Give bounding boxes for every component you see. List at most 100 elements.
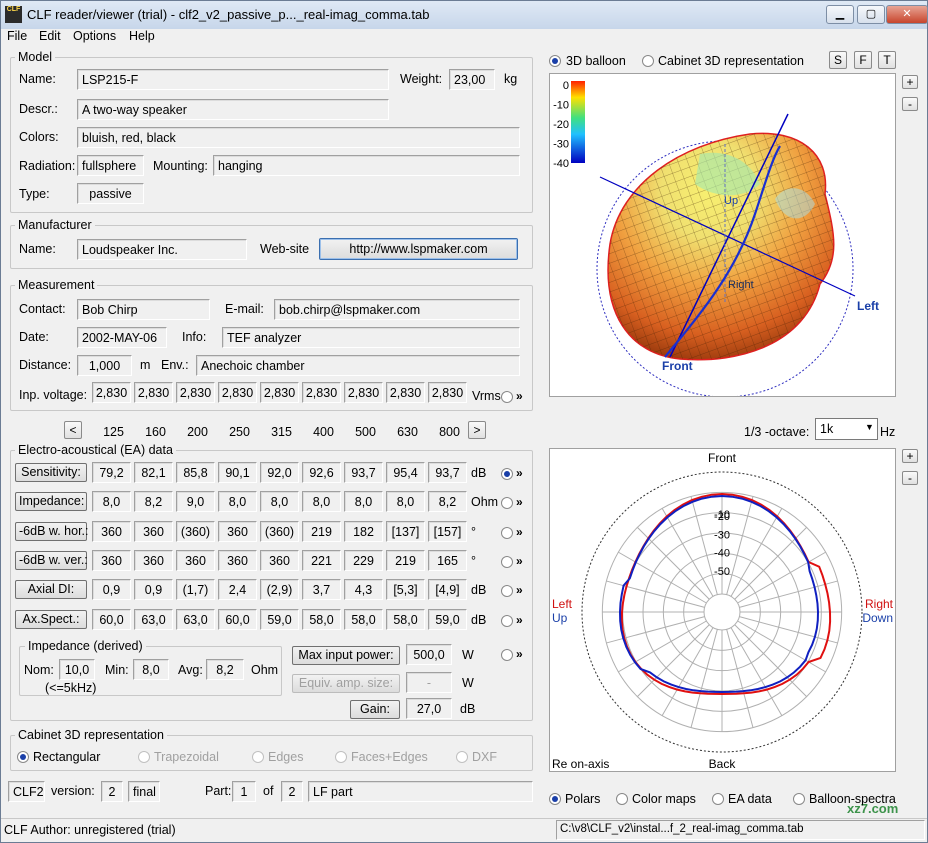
ea-value-field[interactable]: 92,0 — [260, 462, 299, 483]
menu-options[interactable]: Options — [73, 29, 116, 43]
manufacturer-name-field[interactable]: Loudspeaker Inc. — [77, 239, 247, 260]
bottom-tab-label[interactable]: Polars — [565, 792, 600, 806]
ea-value-field[interactable]: [4,9] — [428, 579, 467, 600]
close-button[interactable]: ✕ — [886, 5, 928, 24]
ea-row-radio[interactable] — [501, 527, 513, 539]
menu-edit[interactable]: Edit — [39, 29, 61, 43]
front-view-button[interactable]: F — [854, 51, 872, 69]
ea-value-field[interactable]: 219 — [302, 521, 341, 542]
ea-value-field[interactable]: 82,1 — [134, 462, 173, 483]
ea-value-field[interactable]: (1,7) — [176, 579, 215, 600]
ea-row-button[interactable]: Sensitivity: — [15, 463, 87, 482]
ea-value-field[interactable]: 85,8 — [176, 462, 215, 483]
ea-value-field[interactable]: 92,6 — [302, 462, 341, 483]
bottom-tab-radio[interactable] — [616, 793, 628, 805]
max-power-radio[interactable] — [501, 649, 513, 661]
ea-row-radio[interactable] — [501, 585, 513, 597]
min-field[interactable]: 8,0 — [133, 659, 169, 680]
cabinet-view-radio[interactable] — [642, 55, 654, 67]
gain-field[interactable]: 27,0 — [406, 698, 452, 719]
bottom-tab-radio[interactable] — [793, 793, 805, 805]
ea-value-field[interactable]: 58,0 — [344, 609, 383, 630]
freq-prev-button[interactable]: < — [64, 421, 82, 439]
ea-row-button[interactable]: -6dB w. hor.: — [15, 522, 88, 541]
ea-value-field[interactable]: 229 — [344, 550, 383, 571]
balloon-radio[interactable] — [549, 55, 561, 67]
radiation-field[interactable]: fullsphere — [77, 155, 144, 176]
menu-help[interactable]: Help — [129, 29, 155, 43]
octave-select[interactable]: 1k ▼ — [815, 418, 878, 440]
colors-field[interactable]: bluish, red, black — [77, 127, 520, 148]
top-view-button[interactable]: T — [878, 51, 896, 69]
max-input-power-button[interactable]: Max input power: — [292, 646, 400, 665]
env-field[interactable]: Anechoic chamber — [196, 355, 520, 376]
ea-value-field[interactable]: 360 — [218, 521, 257, 542]
minimize-button[interactable]: ▁ — [826, 5, 854, 24]
ea-value-field[interactable]: 9,0 — [176, 491, 215, 512]
ea-expand-icon[interactable]: » — [516, 554, 523, 568]
polar-panel[interactable]: -10 -20 -30 -40 -50 Front Back Left Up Right… — [549, 448, 896, 772]
info-field[interactable]: TEF analyzer — [222, 327, 520, 348]
type-field[interactable]: passive — [77, 183, 144, 204]
ea-expand-icon[interactable]: » — [516, 613, 523, 627]
balloon-label[interactable]: 3D balloon — [566, 54, 626, 68]
menu-file[interactable]: File — [7, 29, 27, 43]
ea-value-field[interactable]: 3,7 — [302, 579, 341, 600]
polar-zoom-in-button[interactable]: + — [902, 449, 918, 463]
ea-row-button[interactable]: -6dB w. ver.: — [15, 551, 88, 570]
ea-value-field[interactable]: 60,0 — [92, 609, 131, 630]
ea-value-field[interactable]: 219 — [386, 550, 425, 571]
voltage-field[interactable]: 2,830 — [218, 382, 257, 403]
ea-value-field[interactable]: 360 — [92, 521, 131, 542]
voltage-radio[interactable] — [501, 391, 513, 403]
ea-value-field[interactable]: (360) — [260, 521, 299, 542]
polar-zoom-out-button[interactable]: - — [902, 471, 918, 485]
max-power-expand-icon[interactable]: » — [516, 647, 523, 661]
ea-value-field[interactable]: 59,0 — [428, 609, 467, 630]
ea-row-radio[interactable] — [501, 556, 513, 568]
ea-expand-icon[interactable]: » — [516, 495, 523, 509]
ea-value-field[interactable]: 8,0 — [92, 491, 131, 512]
ea-value-field[interactable]: 93,7 — [344, 462, 383, 483]
ea-value-field[interactable]: 8,2 — [134, 491, 173, 512]
ea-value-field[interactable]: 360 — [134, 550, 173, 571]
bottom-tab-label[interactable]: Color maps — [632, 792, 696, 806]
model-name-field[interactable]: LSP215-F — [77, 69, 389, 90]
ea-value-field[interactable]: 79,2 — [92, 462, 131, 483]
ea-value-field[interactable]: 360 — [134, 521, 173, 542]
side-view-button[interactable]: S — [829, 51, 847, 69]
mounting-field[interactable]: hanging — [213, 155, 520, 176]
ea-value-field[interactable]: 360 — [176, 550, 215, 571]
ea-row-button[interactable]: Impedance: — [15, 492, 87, 511]
ea-value-field[interactable]: 8,0 — [218, 491, 257, 512]
ea-value-field[interactable]: [5,3] — [386, 579, 425, 600]
ea-value-field[interactable]: 58,0 — [386, 609, 425, 630]
ea-value-field[interactable]: 90,1 — [218, 462, 257, 483]
ea-value-field[interactable]: [137] — [386, 521, 425, 542]
ea-row-radio[interactable] — [501, 615, 513, 627]
ea-value-field[interactable]: (2,9) — [260, 579, 299, 600]
ea-value-field[interactable]: 95,4 — [386, 462, 425, 483]
ea-value-field[interactable]: 182 — [344, 521, 383, 542]
gain-button[interactable]: Gain: — [350, 700, 400, 719]
ea-value-field[interactable]: 8,0 — [344, 491, 383, 512]
voltage-field[interactable]: 2,830 — [176, 382, 215, 403]
ea-value-field[interactable]: 8,0 — [260, 491, 299, 512]
ea-expand-icon[interactable]: » — [516, 525, 523, 539]
website-button[interactable]: http://www.lspmaker.com — [319, 238, 518, 260]
ea-value-field[interactable]: 2,4 — [218, 579, 257, 600]
bottom-tab-radio[interactable] — [712, 793, 724, 805]
voltage-field[interactable]: 2,830 — [344, 382, 383, 403]
ea-value-field[interactable]: 165 — [428, 550, 467, 571]
ea-value-field[interactable]: 0,9 — [92, 579, 131, 600]
balloon-panel[interactable]: 0 -10 -20 -30 -40 Up Left Front Right — [549, 73, 896, 398]
ea-expand-icon[interactable]: » — [516, 466, 523, 480]
cabinet-option-label[interactable]: Rectangular — [33, 750, 100, 764]
ea-value-field[interactable]: 8,0 — [386, 491, 425, 512]
distance-field[interactable]: 1,000 — [77, 355, 132, 376]
ea-value-field[interactable]: 4,3 — [344, 579, 383, 600]
ea-row-button[interactable]: Axial DI: — [15, 580, 87, 599]
voltage-field[interactable]: 2,830 — [134, 382, 173, 403]
ea-value-field[interactable]: 360 — [92, 550, 131, 571]
ea-value-field[interactable]: 93,7 — [428, 462, 467, 483]
